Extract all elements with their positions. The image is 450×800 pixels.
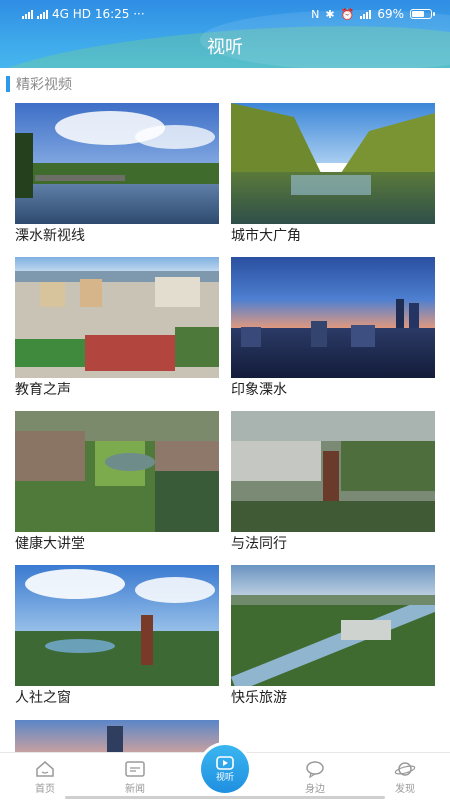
video-thumbnail	[15, 257, 219, 378]
nav-item-home[interactable]: 首页	[0, 753, 90, 800]
video-title: 教育之声	[15, 382, 71, 398]
home-indicator	[65, 796, 385, 799]
alarm-icon: ⏰	[340, 7, 355, 21]
page: 4G HD 16:25 ··· N ✱ ⏰ 69% 视听 精彩视频 溧水新视线 …	[0, 0, 450, 800]
status-left: 4G HD 16:25 ···	[22, 7, 145, 21]
battery-fill	[412, 11, 424, 17]
video-card[interactable]: 溧水新视线	[15, 103, 219, 245]
video-title: 溧水新视线	[15, 228, 85, 244]
section-title: 精彩视频	[16, 77, 72, 93]
news-icon	[125, 760, 145, 777]
video-title: 城市大广角	[231, 228, 301, 244]
nav-label: 身边	[305, 783, 325, 795]
status-time: 4G HD 16:25 ···	[52, 7, 145, 21]
nav-label: 新闻	[125, 783, 145, 795]
video-title: 印象溧水	[231, 382, 287, 398]
battery-percent: 69%	[377, 7, 404, 21]
video-thumbnail	[231, 257, 435, 378]
video-title: 人社之窗	[15, 690, 71, 706]
page-title: 视听	[207, 37, 243, 58]
video-title: 快乐旅游	[231, 690, 287, 706]
play-icon	[216, 755, 234, 770]
section-accent-bar	[6, 76, 10, 92]
video-card[interactable]: 快乐旅游	[231, 565, 435, 707]
signal-icon	[22, 9, 33, 19]
nav-label: 视听	[215, 772, 234, 783]
video-thumbnail	[15, 103, 219, 224]
video-card[interactable]: 印象溧水	[231, 257, 435, 399]
video-thumbnail	[15, 565, 219, 686]
bluetooth-icon: ✱	[325, 7, 335, 21]
video-thumbnail	[231, 103, 435, 224]
battery-icon	[410, 9, 435, 19]
app-header: 4G HD 16:25 ··· N ✱ ⏰ 69% 视听	[0, 0, 450, 68]
video-title: 与法同行	[231, 536, 287, 552]
section-header: 精彩视频	[0, 70, 450, 98]
video-card[interactable]: 健康大讲堂	[15, 411, 219, 553]
chat-icon	[306, 760, 324, 778]
nav-label: 首页	[35, 783, 55, 795]
status-bar: 4G HD 16:25 ··· N ✱ ⏰ 69%	[0, 0, 450, 28]
video-thumbnail	[15, 411, 219, 532]
video-grid: 溧水新视线 城市大广角 教育之声 印象溧水 健康大讲堂 与法同行 人社之窗 快乐…	[15, 103, 435, 707]
signal-icon	[360, 9, 372, 19]
video-title: 健康大讲堂	[15, 536, 85, 552]
planet-icon	[394, 761, 416, 776]
nav-label: 发现	[395, 783, 415, 795]
video-nav-button: 视听	[201, 745, 249, 793]
video-card[interactable]: 人社之窗	[15, 565, 219, 707]
status-right: N ✱ ⏰ 69%	[311, 7, 435, 21]
nav-item-nearby[interactable]: 身边	[270, 753, 360, 800]
nfc-icon: N	[311, 7, 320, 21]
signal-icon	[37, 9, 48, 19]
video-card-partial[interactable]	[15, 720, 219, 752]
video-thumbnail	[231, 411, 435, 532]
home-icon	[36, 760, 54, 777]
video-card[interactable]: 城市大广角	[231, 103, 435, 245]
nav-item-news[interactable]: 新闻	[90, 753, 180, 800]
nav-item-video[interactable]: 视听	[198, 742, 252, 796]
video-thumbnail	[231, 565, 435, 686]
video-card[interactable]: 教育之声	[15, 257, 219, 399]
nav-item-discover[interactable]: 发现	[360, 753, 450, 800]
video-card[interactable]: 与法同行	[231, 411, 435, 553]
